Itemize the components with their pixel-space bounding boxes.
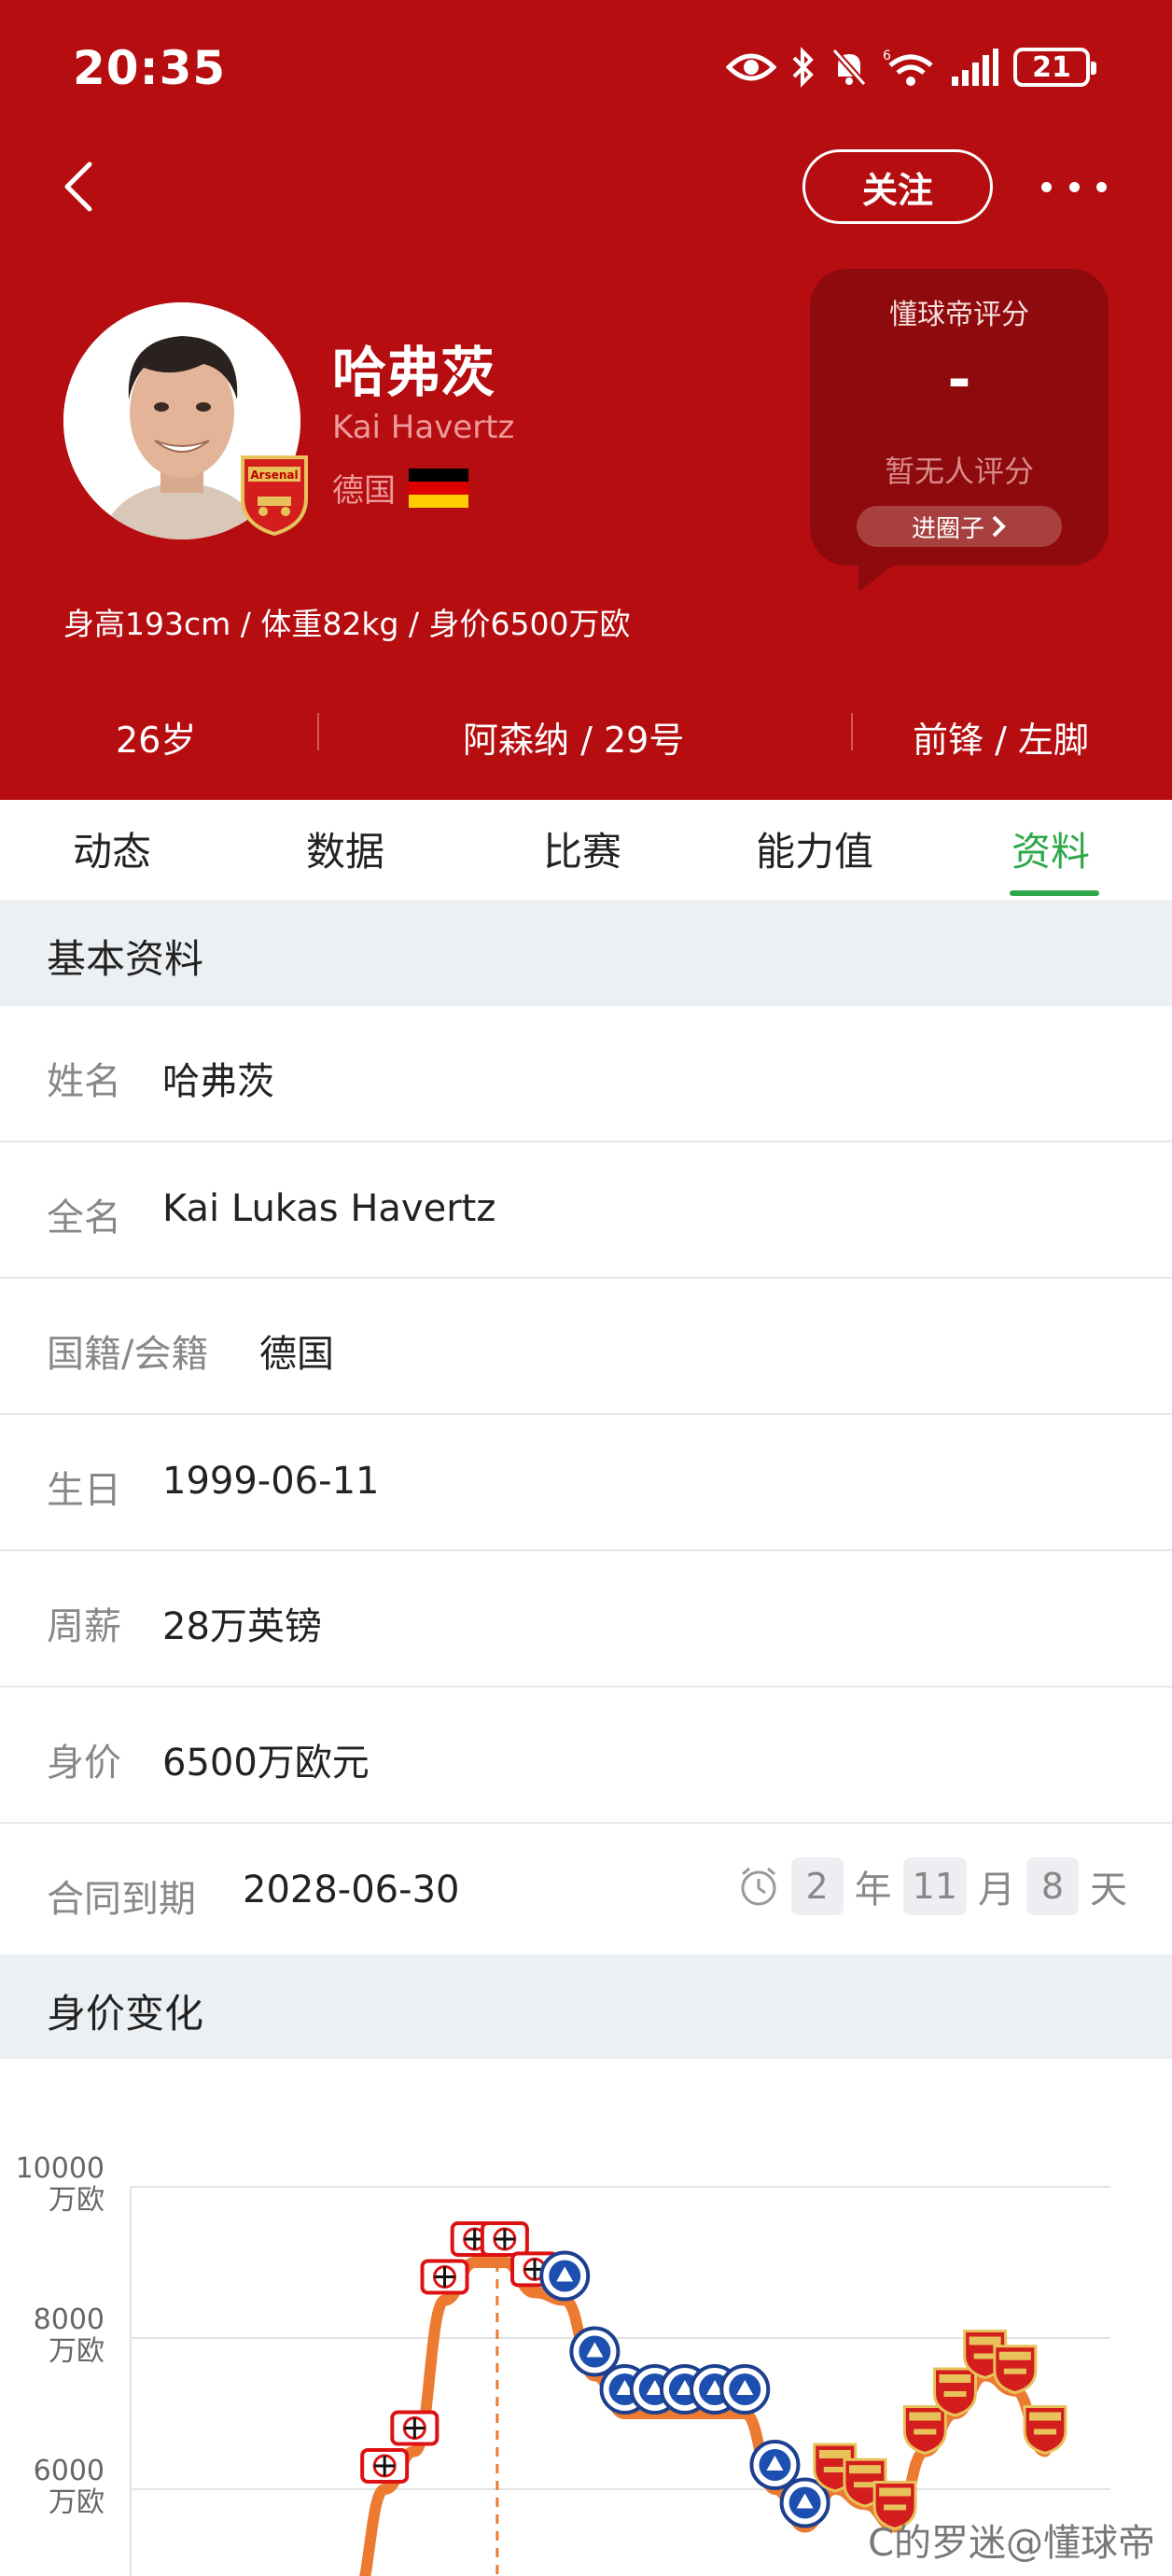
countdown-months: 11: [902, 1857, 967, 1915]
rating-card: 懂球帝评分 - 暂无人评分 进圈子: [810, 269, 1109, 592]
battery-indicator: 21: [1013, 48, 1096, 87]
leverkusen-point-badge: [390, 2410, 440, 2446]
active-tab-indicator: [1010, 890, 1099, 896]
chelsea-point-badge: [779, 2477, 830, 2528]
chelsea-point-badge: [749, 2440, 801, 2490]
status-bar: 20:35 6 21: [0, 0, 1172, 140]
info-label: 周薪: [47, 1605, 121, 1648]
tab-stats[interactable]: 数据: [306, 820, 384, 877]
svg-text:Arsenal: Arsenal: [250, 469, 298, 482]
countdown-days: 8: [1026, 1857, 1079, 1915]
info-value: 2028-06-30: [243, 1869, 460, 1911]
arsenal-point-badge: [1023, 2405, 1067, 2456]
player-position-foot: 前锋 / 左脚: [913, 720, 1089, 761]
eye-icon: [726, 53, 776, 81]
chelsea-point-badge: [569, 2326, 621, 2377]
info-value: Kai Lukas Havertz: [162, 1187, 496, 1230]
info-row-wage: 周薪 28万英镑: [0, 1551, 1172, 1687]
more-options-icon[interactable]: [1041, 168, 1107, 205]
info-value: 哈弗茨: [162, 1060, 274, 1103]
countdown-years: 2: [790, 1857, 844, 1915]
info-row-name: 姓名 哈弗茨: [0, 1006, 1172, 1142]
info-row-fullname: 全名 Kai Lukas Havertz: [0, 1142, 1172, 1279]
leverkusen-point-badge: [360, 2448, 410, 2484]
player-nationality: 德国: [332, 465, 468, 511]
basic-info-header: 基本资料: [0, 900, 1172, 1006]
chelsea-point-badge: [719, 2364, 771, 2415]
watermark: C的罗迷@懂球帝: [868, 2522, 1155, 2565]
join-circle-button[interactable]: 进圈子: [857, 506, 1062, 547]
rating-title: 懂球帝评分: [889, 299, 1029, 331]
chelsea-point-badge: [539, 2250, 591, 2302]
divider: [317, 713, 319, 750]
alarm-clock-icon: [741, 1867, 776, 1906]
basic-info-title: 基本资料: [47, 936, 204, 982]
wifi-icon: 6: [883, 49, 933, 86]
info-label: 身价: [47, 1742, 121, 1785]
player-info-bar: 26岁 阿森纳 / 29号 前锋 / 左脚: [0, 691, 1172, 775]
info-value: 6500万欧元: [162, 1742, 370, 1785]
contract-countdown: 2 年 11 月 8 天: [737, 1857, 1127, 1915]
nationality-label: 德国: [332, 472, 396, 510]
player-english-name: Kai Havertz: [332, 409, 515, 446]
info-row-contract: 合同到期 2028-06-30 2 年 11 月 8 天: [0, 1824, 1172, 1960]
profile-tabs: 动态 数据 比赛 能力值 资料: [0, 800, 1172, 900]
body-stats: 身高193cm / 体重82kg / 身价6500万欧: [63, 606, 631, 642]
svg-text:6: 6: [883, 49, 891, 63]
value-change-header: 身价变化: [0, 1954, 1172, 2061]
info-label: 合同到期: [47, 1878, 196, 1921]
divider: [851, 713, 853, 750]
leverkusen-point-badge: [480, 2221, 529, 2257]
chevron-right-icon: [992, 515, 1006, 538]
info-row-nationality: 国籍/会籍 德国: [0, 1279, 1172, 1415]
leverkusen-point-badge: [420, 2259, 469, 2295]
arsenal-point-badge: [993, 2345, 1038, 2395]
countdown-month-unit: 月: [978, 1869, 1015, 1911]
rating-value: -: [947, 347, 971, 413]
market-value-chart: 10000 万欧 8000 万欧 6000 万欧 C的罗迷@懂球帝: [0, 2059, 1172, 2576]
tab-ability[interactable]: 能力值: [756, 820, 873, 877]
info-value: 28万英镑: [162, 1605, 322, 1648]
info-label: 姓名: [47, 1060, 121, 1103]
market-value-chart-svg: [130, 2186, 1110, 2576]
tab-feed[interactable]: 动态: [73, 820, 151, 877]
status-icons: 6 21: [726, 41, 1096, 93]
tab-matches[interactable]: 比赛: [543, 820, 621, 877]
bluetooth-icon: [792, 47, 814, 88]
info-row-market-value: 身价 6500万欧元: [0, 1687, 1172, 1824]
info-value: 1999-06-11: [162, 1460, 380, 1503]
follow-button[interactable]: 关注: [802, 149, 993, 224]
back-arrow-icon[interactable]: [54, 157, 106, 217]
player-club-number: 阿森纳 / 29号: [463, 720, 685, 761]
rating-empty-text: 暂无人评分: [884, 454, 1034, 489]
arsenal-point-badge: [932, 2367, 977, 2417]
info-label: 全名: [47, 1197, 121, 1239]
arsenal-point-badge: [902, 2405, 947, 2456]
player-name: 哈弗茨: [332, 341, 495, 404]
countdown-year-unit: 年: [854, 1869, 892, 1911]
player-header: 20:35 6 21 关注 Arsenal 哈弗茨 Kai Havertz 德国…: [0, 0, 1172, 800]
status-time: 20:35: [73, 41, 227, 95]
info-label: 生日: [47, 1469, 121, 1512]
mute-bell-icon: [831, 48, 867, 87]
arsenal-badge-icon: Arsenal: [241, 455, 308, 536]
info-value: 德国: [259, 1333, 334, 1376]
value-change-title: 身价变化: [47, 1991, 204, 2037]
join-circle-label: 进圈子: [911, 514, 984, 543]
signal-icon: [952, 49, 998, 86]
countdown-day-unit: 天: [1090, 1869, 1127, 1911]
tab-profile[interactable]: 资料: [1012, 820, 1090, 877]
germany-flag-icon: [409, 468, 468, 508]
player-age: 26岁: [116, 720, 197, 761]
info-label: 国籍/会籍: [47, 1333, 209, 1376]
info-row-birthday: 生日 1999-06-11: [0, 1415, 1172, 1551]
